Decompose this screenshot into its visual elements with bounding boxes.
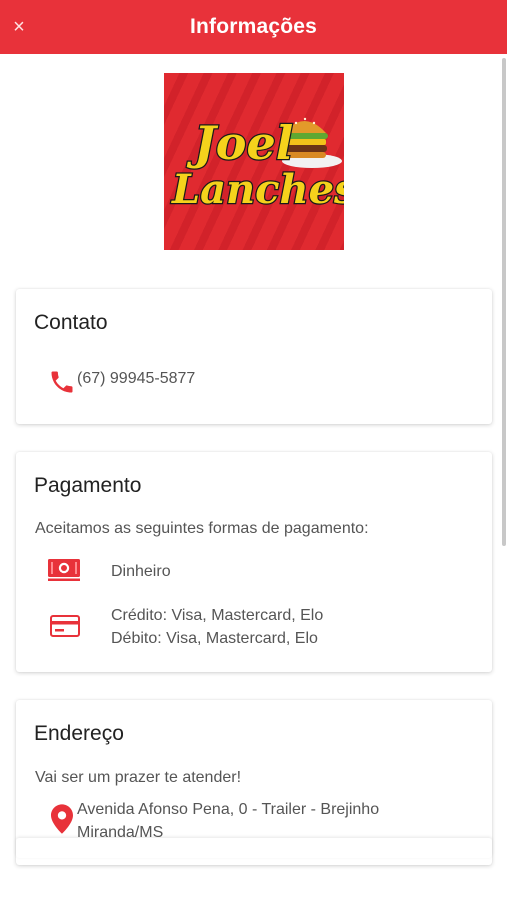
close-button[interactable]: × xyxy=(8,14,30,40)
phone-icon xyxy=(51,371,73,393)
payment-card: Pagamento Aceitamos as seguintes formas … xyxy=(16,452,492,672)
credit-card-icon xyxy=(50,615,80,637)
address-line1[interactable]: Avenida Afonso Pena, 0 - Trailer - Breji… xyxy=(77,801,379,819)
close-icon: × xyxy=(13,16,25,38)
logo-text-lanches: Lanches xyxy=(171,166,344,213)
scrollbar[interactable] xyxy=(502,58,506,546)
payment-intro: Aceitamos as seguintes formas de pagamen… xyxy=(35,520,369,537)
logo-text-joel: Joel xyxy=(186,116,293,170)
payment-debit: Débito: Visa, Mastercard, Elo xyxy=(111,630,318,647)
phone-number[interactable]: (67) 99945-5877 xyxy=(77,370,195,388)
cash-icon xyxy=(48,559,80,581)
contact-title: Contato xyxy=(34,311,108,334)
info-content[interactable]: Joel Lanches Contato (67) 99945-5877 Pag… xyxy=(0,54,500,900)
location-pin-icon xyxy=(51,804,73,834)
payment-cash-label: Dinheiro xyxy=(111,563,171,580)
address-greeting: Vai ser um prazer te atender! xyxy=(35,769,242,786)
contact-card: Contato (67) 99945-5877 xyxy=(16,289,492,424)
store-logo: Joel Lanches xyxy=(164,73,344,250)
burger-logo-art: Joel Lanches xyxy=(170,115,344,215)
address-title: Endereço xyxy=(34,722,124,745)
app-header: × Informações xyxy=(0,0,507,54)
next-card-partial xyxy=(16,838,492,858)
page-title: Informações xyxy=(189,15,318,38)
payment-title: Pagamento xyxy=(34,474,142,497)
payment-credit: Crédito: Visa, Mastercard, Elo xyxy=(111,607,324,624)
